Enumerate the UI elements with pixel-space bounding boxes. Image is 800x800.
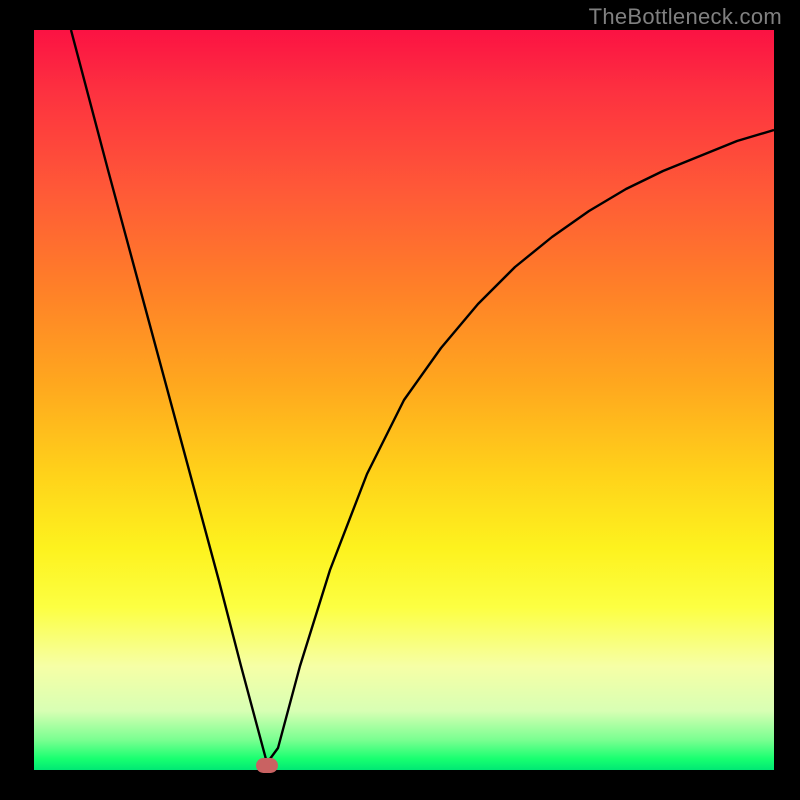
curve-svg	[34, 30, 774, 770]
optimum-marker	[256, 758, 278, 773]
plot-area	[34, 30, 774, 770]
bottleneck-curve	[71, 30, 774, 763]
watermark-text: TheBottleneck.com	[589, 4, 782, 30]
